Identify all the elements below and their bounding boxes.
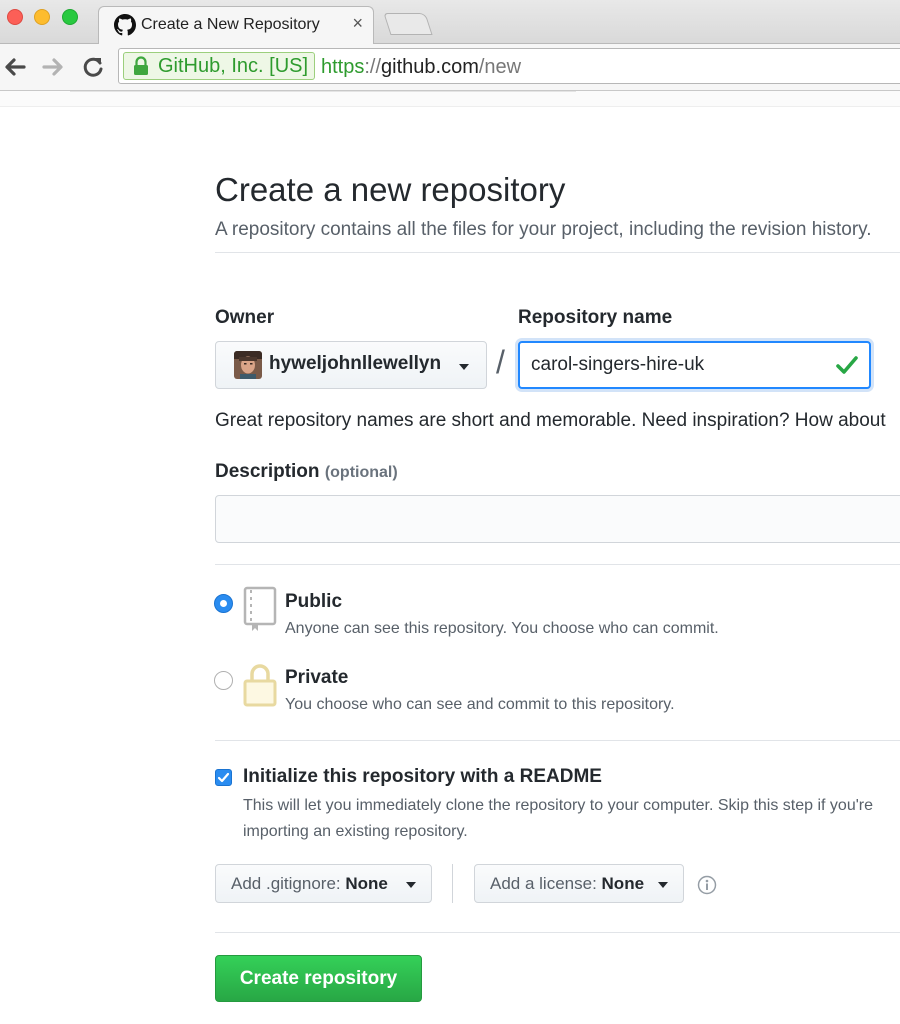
license-select[interactable]: Add a license: None: [474, 864, 684, 903]
arrow-right-icon[interactable]: [40, 54, 66, 80]
divider: [215, 932, 900, 933]
repo-name-hint: Great repository names are short and mem…: [215, 410, 886, 431]
new-tab-button[interactable]: [383, 13, 433, 35]
browser-tab-active[interactable]: Create a New Repository ×: [98, 6, 374, 45]
readme-checkbox[interactable]: [215, 769, 232, 786]
public-option-note: Anyone can see this repository. You choo…: [285, 620, 719, 637]
checkmark-icon: [217, 772, 230, 783]
window-close-button[interactable]: [7, 9, 23, 25]
owner-select[interactable]: hyweljohnllewellyn: [215, 341, 487, 389]
page-subtitle: A repository contains all the files for …: [215, 219, 872, 240]
divider: [215, 252, 900, 253]
private-radio[interactable]: [214, 671, 233, 690]
browser-toolbar: GitHub, Inc. [US] https://github.com/new: [0, 44, 900, 91]
owner-repo-separator: /: [496, 344, 505, 380]
url-scheme: https: [321, 56, 365, 78]
public-radio[interactable]: [214, 594, 233, 613]
divider: [452, 864, 453, 903]
caret-down-icon: [658, 882, 668, 888]
readme-option-title: Initialize this repository with a README: [243, 766, 602, 787]
gitignore-select-label: Add .gitignore:: [231, 874, 341, 893]
create-repository-button[interactable]: Create repository: [215, 955, 422, 1002]
window-minimize-button[interactable]: [34, 9, 50, 25]
private-option-note: You choose who can see and commit to thi…: [285, 696, 675, 713]
description-label: Description (optional): [215, 461, 398, 483]
browser-tab-bar: Create a New Repository ×: [0, 0, 900, 45]
license-select-label: Add a license:: [490, 874, 597, 893]
divider: [215, 740, 900, 741]
divider: [215, 564, 900, 565]
github-octocat-icon: [114, 14, 136, 36]
description-input[interactable]: [215, 495, 900, 543]
arrow-left-icon[interactable]: [2, 54, 28, 80]
repository-name-input[interactable]: carol-singers-hire-uk: [518, 341, 871, 389]
check-icon: [836, 356, 858, 374]
repo-book-icon: [243, 586, 277, 631]
ev-certificate-badge[interactable]: GitHub, Inc. [US]: [123, 52, 316, 80]
padlock-icon: [243, 664, 277, 707]
url-host: github.com: [381, 56, 479, 78]
window-maximize-button[interactable]: [62, 9, 78, 25]
owner-label: Owner: [215, 307, 275, 328]
info-icon[interactable]: [697, 875, 717, 895]
optional-marker: (optional): [324, 464, 398, 481]
tab-title: Create a New Repository: [141, 16, 320, 33]
page-top-strip: [0, 91, 900, 107]
page-title: Create a new repository: [215, 171, 566, 208]
lock-icon: [134, 56, 148, 75]
url-separator: ://: [364, 56, 382, 78]
divider: [70, 91, 576, 92]
gitignore-select-value: None: [345, 874, 388, 893]
caret-down-icon: [459, 364, 469, 370]
private-option-title: Private: [285, 667, 349, 688]
address-bar[interactable]: GitHub, Inc. [US] https://github.com/new: [118, 48, 900, 84]
owner-name: hyweljohnllewellyn: [269, 353, 442, 374]
public-option-title: Public: [285, 591, 343, 612]
readme-option-note: This will let you immediately clone the …: [243, 797, 873, 840]
caret-down-icon: [406, 882, 416, 888]
gitignore-select[interactable]: Add .gitignore: None: [215, 864, 432, 903]
avatar: [234, 351, 262, 379]
license-select-value: None: [601, 874, 645, 893]
reload-icon[interactable]: [80, 54, 106, 80]
repository-name-value: carol-singers-hire-uk: [531, 354, 705, 375]
url-path: /new: [478, 56, 522, 78]
description-label-text: Description: [215, 461, 320, 482]
tab-close-icon[interactable]: ×: [352, 13, 363, 34]
repo-name-label: Repository name: [518, 307, 673, 328]
ev-certificate-label: GitHub, Inc. [US]: [158, 55, 309, 77]
url-text[interactable]: https://github.com/new: [321, 55, 521, 79]
